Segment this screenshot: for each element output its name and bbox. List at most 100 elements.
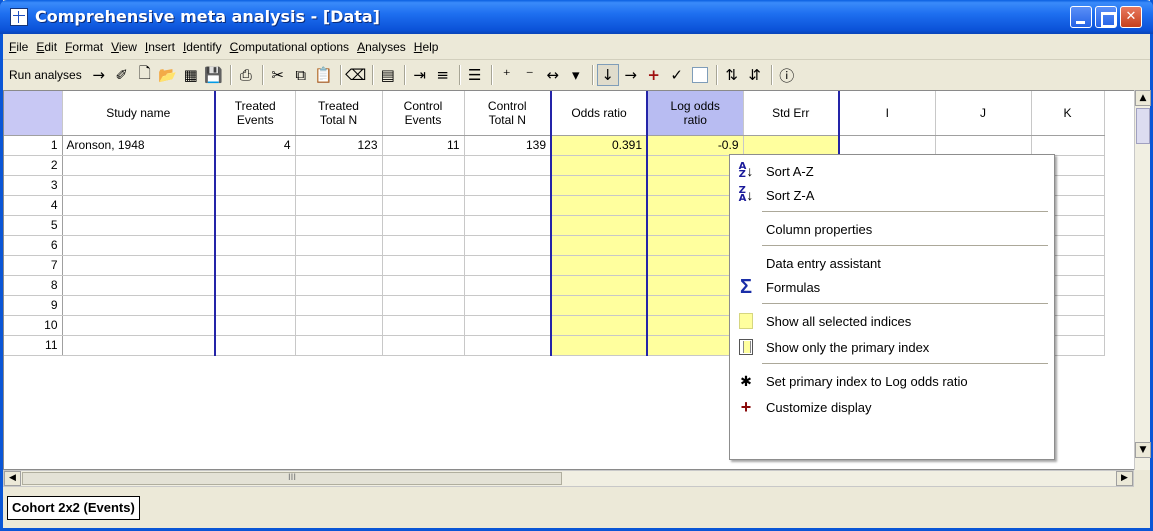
cell[interactable] bbox=[382, 335, 465, 356]
tab-cohort-2x2-events[interactable]: Cohort 2x2 (Events) bbox=[7, 496, 140, 520]
cell[interactable] bbox=[464, 215, 552, 236]
cell[interactable] bbox=[215, 195, 296, 216]
cell[interactable] bbox=[215, 275, 296, 296]
cell[interactable] bbox=[215, 255, 296, 276]
copy-icon[interactable]: ⧉ bbox=[290, 64, 312, 86]
header-col-i[interactable]: I bbox=[839, 91, 936, 136]
menu-view[interactable]: View bbox=[111, 40, 137, 54]
cell[interactable] bbox=[382, 215, 465, 236]
empty-box-icon[interactable] bbox=[689, 64, 711, 86]
cell-odds-ratio[interactable]: 0.391 bbox=[551, 135, 648, 156]
cell[interactable] bbox=[464, 155, 552, 176]
header-treated-total[interactable]: Treated Total N bbox=[295, 91, 383, 136]
cell[interactable] bbox=[551, 155, 648, 176]
cell[interactable] bbox=[551, 335, 648, 356]
decrease-decimal-icon[interactable]: ⁻ bbox=[519, 64, 541, 86]
menu-file[interactable]: File bbox=[9, 40, 28, 54]
cell-study-name[interactable]: Aronson, 1948 bbox=[62, 135, 216, 156]
cell[interactable] bbox=[62, 275, 216, 296]
menu-item-sort-a-z[interactable]: A Z ↓ Sort A-Z bbox=[730, 159, 1054, 183]
cell[interactable] bbox=[382, 295, 465, 316]
cell[interactable] bbox=[215, 315, 296, 336]
open-folder-icon[interactable]: 📂 bbox=[157, 64, 179, 86]
menu-format[interactable]: Format bbox=[65, 40, 103, 54]
cell[interactable] bbox=[464, 235, 552, 256]
align-icon[interactable]: ≡ bbox=[432, 64, 454, 86]
cell[interactable] bbox=[295, 315, 383, 336]
cell[interactable] bbox=[62, 175, 216, 196]
cell[interactable] bbox=[464, 295, 552, 316]
column-width-icon[interactable]: ↔ bbox=[542, 64, 564, 86]
save-icon[interactable]: 💾 bbox=[203, 64, 225, 86]
menu-item-show-only-primary-index[interactable]: Show only the primary index bbox=[730, 335, 1054, 359]
cell-log-odds-ratio[interactable]: -0.9 bbox=[647, 135, 744, 156]
row-number[interactable]: 9 bbox=[4, 295, 63, 316]
cell[interactable] bbox=[215, 175, 296, 196]
menu-item-formulas[interactable]: Σ Formulas bbox=[730, 275, 1054, 299]
minimize-button[interactable] bbox=[1070, 6, 1092, 28]
scroll-up-icon[interactable]: ▲ bbox=[1135, 90, 1151, 106]
row-number[interactable]: 1 bbox=[4, 135, 63, 156]
cell[interactable] bbox=[295, 195, 383, 216]
scroll-down-icon[interactable]: ▼ bbox=[1135, 442, 1151, 458]
dropdown-icon[interactable]: ▾ bbox=[565, 64, 587, 86]
close-button[interactable]: ✕ bbox=[1120, 6, 1142, 28]
menu-item-customize-display[interactable]: + Customize display bbox=[730, 395, 1054, 419]
cell[interactable] bbox=[215, 235, 296, 256]
cell[interactable] bbox=[551, 295, 648, 316]
cell[interactable] bbox=[464, 275, 552, 296]
cell[interactable] bbox=[295, 155, 383, 176]
cell[interactable] bbox=[295, 175, 383, 196]
cell[interactable] bbox=[215, 155, 296, 176]
cell[interactable] bbox=[62, 295, 216, 316]
run-analyses-button[interactable]: Run analyses bbox=[9, 68, 82, 82]
cell[interactable] bbox=[62, 315, 216, 336]
header-treated-events[interactable]: Treated Events bbox=[215, 91, 296, 136]
cell[interactable] bbox=[62, 195, 216, 216]
move-right-icon[interactable]: → bbox=[620, 64, 642, 86]
row-number[interactable]: 3 bbox=[4, 175, 63, 196]
increase-decimal-icon[interactable]: ⁺ bbox=[496, 64, 518, 86]
cell-std-err[interactable] bbox=[743, 135, 840, 156]
cell-control-total[interactable]: 139 bbox=[464, 135, 552, 156]
cell[interactable] bbox=[295, 215, 383, 236]
cell[interactable] bbox=[295, 335, 383, 356]
cell[interactable] bbox=[62, 255, 216, 276]
row-number[interactable]: 7 bbox=[4, 255, 63, 276]
header-study-name[interactable]: Study name bbox=[62, 91, 216, 136]
cell[interactable] bbox=[464, 195, 552, 216]
arrow-right-icon[interactable]: → bbox=[88, 64, 110, 86]
table-icon[interactable]: ▦ bbox=[180, 64, 202, 86]
cell[interactable] bbox=[935, 135, 1032, 156]
row-number[interactable]: 6 bbox=[4, 235, 63, 256]
header-odds-ratio[interactable]: Odds ratio bbox=[551, 91, 648, 136]
cell[interactable] bbox=[551, 235, 648, 256]
vertical-scroll-thumb[interactable] bbox=[1136, 108, 1150, 144]
cell[interactable] bbox=[382, 175, 465, 196]
cell[interactable] bbox=[382, 195, 465, 216]
cell[interactable] bbox=[215, 295, 296, 316]
cut-icon[interactable]: ✂ bbox=[267, 64, 289, 86]
cell[interactable] bbox=[839, 135, 936, 156]
row-number[interactable]: 4 bbox=[4, 195, 63, 216]
wand-icon[interactable]: ✐ bbox=[111, 64, 133, 86]
cell[interactable] bbox=[62, 215, 216, 236]
menu-item-data-entry-assistant[interactable]: Data entry assistant bbox=[730, 251, 1054, 275]
menu-help[interactable]: Help bbox=[414, 40, 439, 54]
menu-item-show-all-selected-indices[interactable]: Show all selected indices bbox=[730, 309, 1054, 333]
move-down-icon[interactable]: ↓ bbox=[596, 64, 619, 86]
cell[interactable] bbox=[382, 275, 465, 296]
list-icon[interactable]: ☰ bbox=[464, 64, 486, 86]
row-number[interactable]: 5 bbox=[4, 215, 63, 236]
scroll-right-icon[interactable]: ▶ bbox=[1116, 471, 1133, 486]
cell[interactable] bbox=[551, 175, 648, 196]
cell[interactable] bbox=[464, 315, 552, 336]
eraser-icon[interactable]: ⌫ bbox=[345, 64, 367, 86]
cell[interactable] bbox=[382, 255, 465, 276]
vertical-scrollbar[interactable]: ▲ ▼ bbox=[1134, 90, 1151, 470]
cell[interactable] bbox=[382, 315, 465, 336]
checkmark-icon[interactable]: ✓ bbox=[666, 64, 688, 86]
cell[interactable] bbox=[464, 335, 552, 356]
cell[interactable] bbox=[62, 235, 216, 256]
cell[interactable] bbox=[382, 235, 465, 256]
